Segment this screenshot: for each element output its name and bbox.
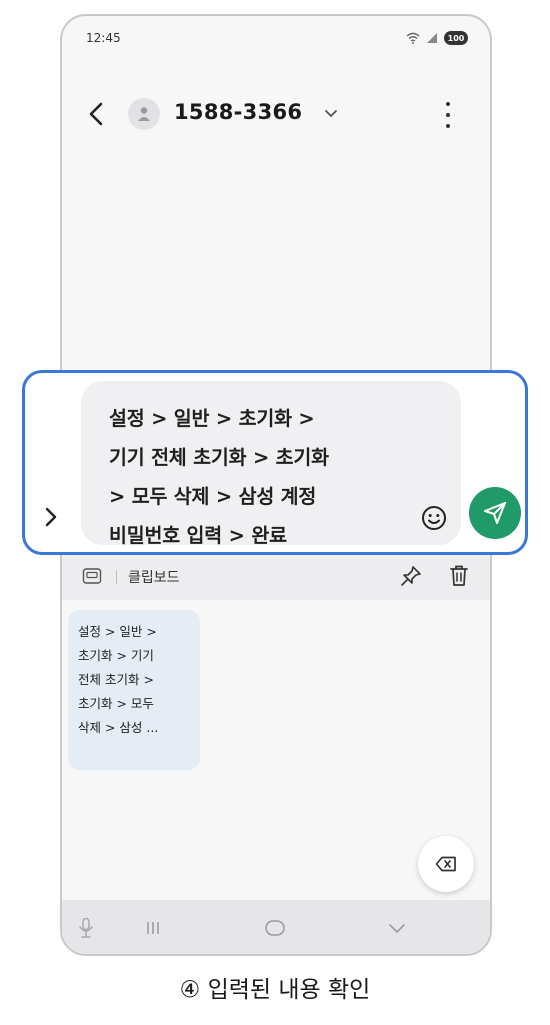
status-icons: 100: [406, 31, 468, 45]
message-text: 설정 > 일반 > 초기화 > 기기 전체 초기화 > 초기화 > 모두 삭제 …: [109, 407, 329, 547]
conversation-header: 1588-3366: [62, 90, 490, 138]
recents-icon: [147, 922, 159, 934]
smiley-icon[interactable]: [421, 505, 447, 531]
navigation-bar: [62, 900, 490, 954]
backspace-icon: [435, 856, 456, 872]
contact-name[interactable]: 1588-3366: [174, 100, 302, 124]
battery-icon: 100: [444, 31, 468, 45]
person-icon: [138, 107, 150, 121]
nav-mic[interactable]: [72, 914, 100, 942]
wifi-icon: [406, 32, 420, 44]
chevron-down-icon: [389, 924, 405, 934]
status-bar: 12:45 100: [86, 28, 468, 48]
send-button[interactable]: [469, 487, 521, 539]
clipboard-item[interactable]: 설정 > 일반 > 초기화 > 기기 전체 초기화 > 초기화 > 모두 삭제 …: [68, 610, 200, 770]
signal-icon: [427, 33, 437, 43]
home-icon: [265, 920, 285, 936]
toolbar-divider: [116, 570, 117, 584]
backspace-button[interactable]: [418, 836, 474, 892]
pin-icon[interactable]: [400, 565, 422, 587]
message-input[interactable]: 설정 > 일반 > 초기화 > 기기 전체 초기화 > 초기화 > 모두 삭제 …: [81, 381, 461, 547]
chevron-down-icon[interactable]: [324, 108, 338, 120]
chevron-left-icon[interactable]: [84, 100, 110, 128]
mic-icon: [79, 917, 93, 938]
trash-icon[interactable]: [448, 564, 470, 588]
chevron-right-icon[interactable]: [43, 505, 59, 529]
more-vertical-icon[interactable]: [444, 102, 452, 128]
clipboard-panel: 설정 > 일반 > 초기화 > 기기 전체 초기화 > 초기화 > 모두 삭제 …: [62, 600, 490, 900]
battery-level: 100: [447, 33, 465, 43]
clipboard-label: 클립보드: [128, 570, 180, 586]
clipboard-toolbar: 클립보드: [62, 554, 490, 600]
avatar[interactable]: [128, 98, 160, 130]
status-time: 12:45: [86, 31, 121, 45]
step-caption: ④ 입력된 내용 확인: [179, 977, 371, 1003]
nav-hide-keyboard[interactable]: [382, 914, 412, 942]
send-icon: [484, 502, 506, 524]
nav-recents[interactable]: [138, 914, 168, 942]
message-compose-highlight: 설정 > 일반 > 초기화 > 기기 전체 초기화 > 초기화 > 모두 삭제 …: [22, 370, 528, 555]
nav-home[interactable]: [260, 914, 290, 942]
keyboard-icon[interactable]: [82, 567, 102, 585]
